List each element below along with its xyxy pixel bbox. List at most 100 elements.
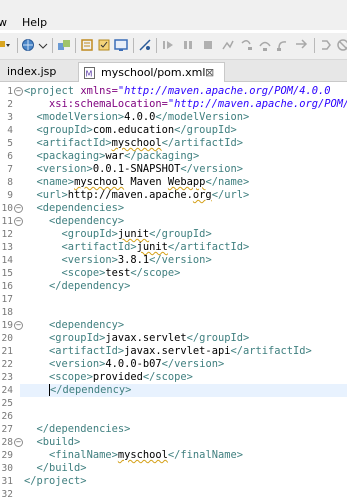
code-line[interactable]: <artifactId>javax.servlet-api</artifactI… <box>24 345 312 358</box>
open-type-icon[interactable] <box>80 38 94 52</box>
code-line[interactable]: <name>myschool Maven Webapp</name> <box>24 176 250 189</box>
code-token: <groupId> <box>49 332 106 344</box>
code-token: <scope> <box>49 371 93 383</box>
fold-toggle-icon[interactable]: − <box>14 217 23 226</box>
code-token: </modelVersion> <box>155 111 250 123</box>
task-icon[interactable] <box>97 38 111 52</box>
line-number-gutter: 1−2 3 4 5 6 7 8 9 10−11−12 13 14 15 16 17 18 19−20 21 22 2… <box>0 82 23 500</box>
code-token: <packaging> <box>36 150 106 162</box>
code-token: </dependency> <box>49 280 131 292</box>
toolbar-separator <box>52 38 53 53</box>
code-line[interactable]: <project xmlns="http://maven.apache.org/… <box>24 85 331 98</box>
code-line[interactable]: <version>4.0.0-b07</version> <box>24 358 224 371</box>
code-line[interactable]: <packaging>war</packaging> <box>24 150 200 163</box>
disconnect-icon[interactable] <box>221 38 235 52</box>
code-line[interactable]: xsi:schemaLocation="http://maven.apache.… <box>24 98 347 111</box>
code-line[interactable]: </project> <box>24 475 87 488</box>
menu-window[interactable]: w <box>0 16 7 29</box>
code-token: </scope> <box>142 371 193 383</box>
code-line[interactable]: </dependency> <box>20 384 347 397</box>
terminate-icon[interactable] <box>201 38 215 52</box>
tab-pom-xml[interactable]: M myschool/pom.xml ⊠ <box>78 62 225 82</box>
code-line[interactable]: <version>3.8.1</version> <box>24 254 212 267</box>
fold-toggle-icon[interactable]: − <box>14 87 23 96</box>
breakpoint-icon[interactable] <box>138 38 152 52</box>
line-number: 13 <box>1 242 13 253</box>
resume-icon[interactable] <box>161 38 175 52</box>
code-token: <url> <box>36 189 68 201</box>
blocked-icon[interactable] <box>336 38 347 52</box>
code-line[interactable]: </dependency> <box>24 280 130 293</box>
code-line[interactable]: <url>http://maven.apache.org</url> <box>24 189 250 202</box>
code-line[interactable]: <scope>provided</scope> <box>24 371 193 384</box>
dropdown-arrow-icon[interactable] <box>0 38 11 52</box>
line-number: 26 <box>1 411 13 422</box>
new-java-icon[interactable] <box>57 38 71 52</box>
code-token: junit <box>117 228 150 240</box>
drop-to-frame-icon[interactable] <box>294 38 308 52</box>
svg-text:M: M <box>86 70 93 79</box>
perspective-icon[interactable] <box>320 38 334 52</box>
code-token: myschool <box>74 176 125 188</box>
code-token: "http://maven.apache.org/POM/ <box>167 98 347 110</box>
code-line[interactable]: <groupId>com.education</groupId> <box>24 124 237 137</box>
line-number: 9 <box>7 190 13 201</box>
code-line[interactable]: <artifactId>myschool</artifactId> <box>24 137 243 150</box>
globe-icon[interactable] <box>21 38 35 52</box>
code-token: <artifactId> <box>36 137 112 149</box>
code-line[interactable]: <groupId>javax.servlet</groupId> <box>24 332 249 345</box>
toolbar-separator <box>133 38 134 53</box>
menu-help[interactable]: Help <box>22 16 47 29</box>
code-line[interactable]: <dependency> <box>24 215 124 228</box>
code-line[interactable]: <scope>test</scope> <box>24 267 181 280</box>
tab-index-jsp[interactable]: index.jsp <box>0 62 76 81</box>
code-line[interactable]: <modelVersion>4.0.0</modelVersion> <box>24 111 250 124</box>
fold-toggle-icon[interactable]: − <box>14 438 23 447</box>
code-line[interactable]: <build> <box>24 436 81 449</box>
close-icon[interactable]: ⊠ <box>205 63 214 82</box>
code-line[interactable]: <dependencies> <box>24 202 125 215</box>
code-token: </groupId> <box>186 332 250 344</box>
line-number: 5 <box>7 138 13 149</box>
code-line[interactable]: </build> <box>24 462 87 475</box>
code-token: http://maven.apache. <box>67 189 193 201</box>
fold-toggle-icon[interactable]: − <box>14 204 23 213</box>
code-editor[interactable]: 1−2 3 4 5 6 7 8 9 10−11−12 13 14 15 16 17 18 19−20 21 22 2… <box>0 82 347 500</box>
line-number: 28 <box>1 437 13 448</box>
code-line[interactable]: </dependencies> <box>24 423 131 436</box>
fold-toggle-icon[interactable]: − <box>14 321 23 330</box>
step-return-icon[interactable] <box>276 38 290 52</box>
line-number: 3 <box>7 112 13 123</box>
line-number: 4 <box>7 125 13 136</box>
chevron-down-icon[interactable] <box>36 38 50 52</box>
code-line[interactable]: <groupId>junit</groupId> <box>24 228 212 241</box>
code-line[interactable]: <dependency> <box>24 319 124 332</box>
step-over-icon[interactable] <box>258 38 272 52</box>
code-token: <name> <box>36 176 75 188</box>
line-number: 1 <box>7 86 13 97</box>
code-token: <version> <box>61 254 118 266</box>
code-token: <artifactId> <box>49 345 125 357</box>
code-token: <dependency> <box>49 319 125 331</box>
code-token: provided <box>92 371 143 383</box>
suspend-icon[interactable] <box>181 38 195 52</box>
code-line[interactable]: <version>0.0.1-SNAPSHOT</version> <box>24 163 243 176</box>
code-line[interactable]: <artifactId>junit</artifactId> <box>24 241 250 254</box>
line-number: 31 <box>1 476 13 487</box>
line-number: 2 <box>7 99 13 110</box>
code-token: </artifactId> <box>230 345 312 357</box>
window-icon[interactable] <box>114 38 128 52</box>
code-line[interactable]: <finalName>myschool</finalName> <box>24 449 243 462</box>
toolbar <box>0 33 347 60</box>
line-number: 8 <box>7 177 13 188</box>
step-into-icon[interactable] <box>240 38 254 52</box>
